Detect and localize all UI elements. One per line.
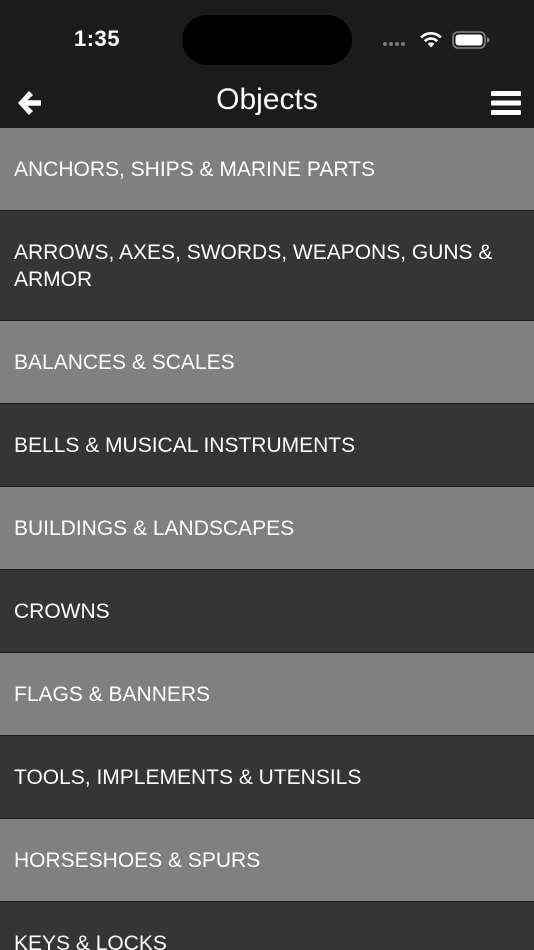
list-item-anchors-ships-marine-parts[interactable]: ANCHORS, SHIPS & MARINE PARTS (0, 128, 534, 211)
list-item-arrows-axes-swords-weapons[interactable]: ARROWS, AXES, SWORDS, WEAPONS, GUNS & AR… (0, 211, 534, 321)
menu-button[interactable] (488, 85, 524, 121)
list-item-label: KEYS & LOCKS (14, 931, 167, 950)
list-item-label: CROWNS (14, 599, 110, 623)
list-item-label: ANCHORS, SHIPS & MARINE PARTS (14, 157, 375, 181)
list-item-label: ARROWS, AXES, SWORDS, WEAPONS, GUNS & AR… (14, 240, 493, 291)
list-item-flags-banners[interactable]: FLAGS & BANNERS (0, 653, 534, 736)
list-item-label: BALANCES & SCALES (14, 350, 235, 374)
category-list: ANCHORS, SHIPS & MARINE PARTS ARROWS, AX… (0, 128, 534, 950)
navigation-bar: Objects (0, 80, 534, 128)
wifi-icon (420, 31, 442, 48)
dynamic-island (182, 15, 352, 65)
list-item-buildings-landscapes[interactable]: BUILDINGS & LANDSCAPES (0, 487, 534, 570)
battery-icon (452, 31, 490, 49)
status-time: 1:35 (74, 26, 121, 51)
list-item-bells-musical-instruments[interactable]: BELLS & MUSICAL INSTRUMENTS (0, 404, 534, 487)
list-item-keys-locks[interactable]: KEYS & LOCKS (0, 902, 534, 950)
cellular-signal-icon (383, 42, 405, 46)
app-screen: 1:35 Objects ANCHORS, SHIPS & MARINE PAR… (0, 0, 534, 950)
list-item-label: TOOLS, IMPLEMENTS & UTENSILS (14, 765, 362, 789)
list-item-label: HORSESHOES & SPURS (14, 848, 261, 872)
list-item-label: BELLS & MUSICAL INSTRUMENTS (14, 433, 356, 457)
list-item-horseshoes-spurs[interactable]: HORSESHOES & SPURS (0, 819, 534, 902)
list-item-crowns[interactable]: CROWNS (0, 570, 534, 653)
list-item-tools-implements-utensils[interactable]: TOOLS, IMPLEMENTS & UTENSILS (0, 736, 534, 819)
page-title: Objects (216, 83, 318, 116)
status-bar: 1:35 (0, 0, 534, 80)
list-item-label: BUILDINGS & LANDSCAPES (14, 516, 295, 540)
list-item-label: FLAGS & BANNERS (14, 682, 211, 706)
hamburger-menu-icon (491, 91, 521, 115)
list-item-balances-scales[interactable]: BALANCES & SCALES (0, 321, 534, 404)
